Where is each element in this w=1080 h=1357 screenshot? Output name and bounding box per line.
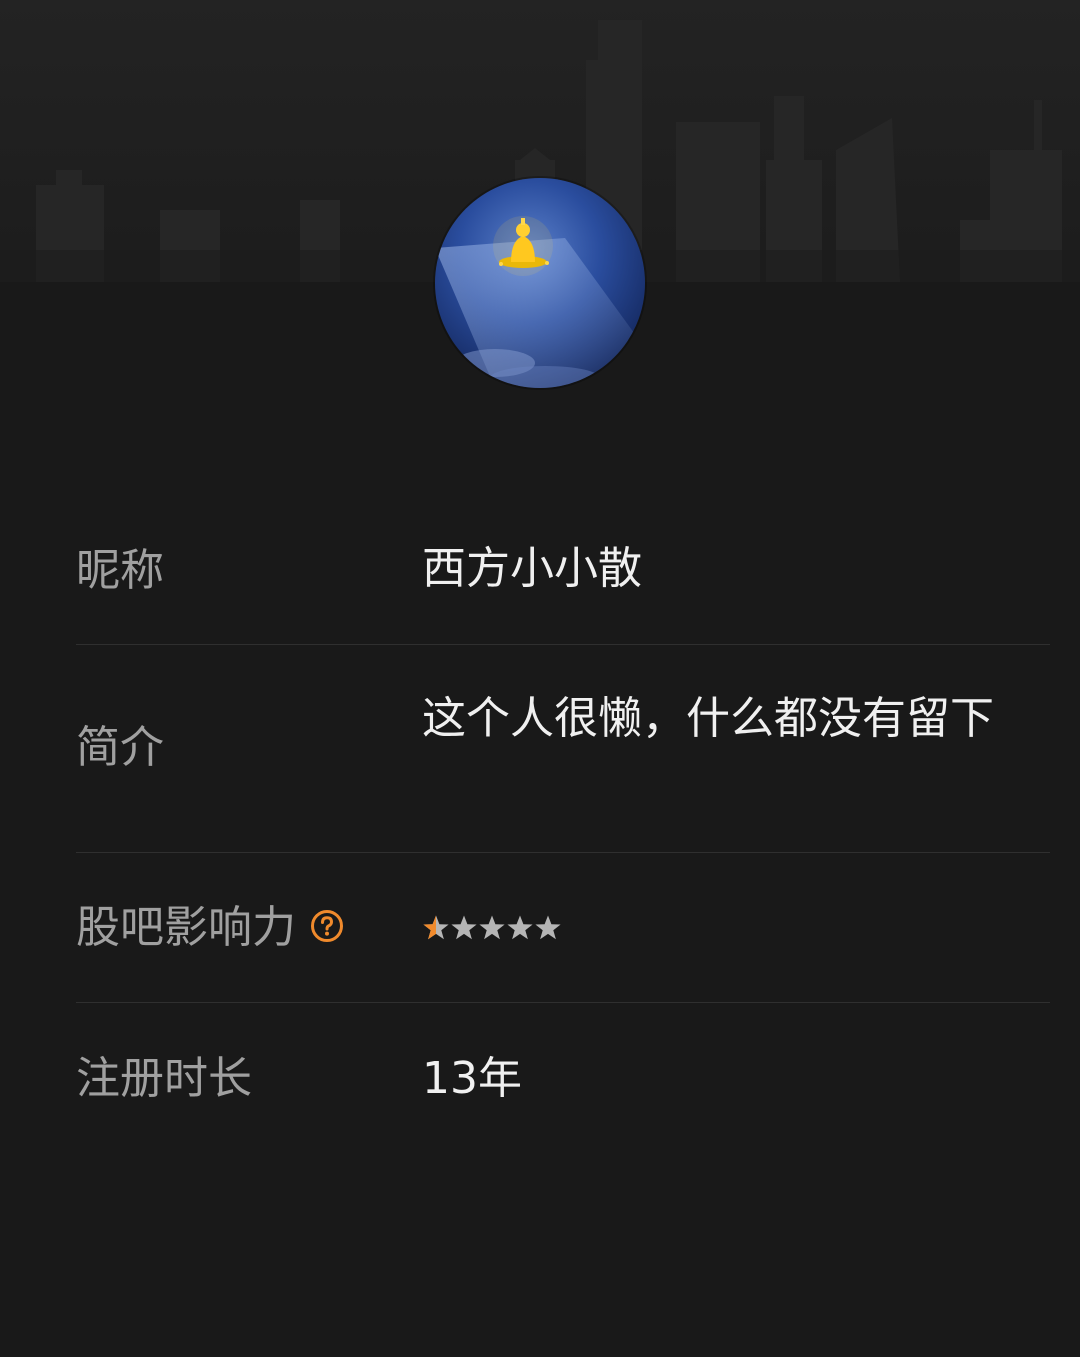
star-icon — [451, 915, 477, 940]
star-icon — [507, 915, 533, 940]
influence-rating-stars — [422, 914, 562, 942]
star-icon — [535, 915, 561, 940]
profile-info-list: 昵称 西方小小散 简介 这个人很懒，什么都没有留下 股吧影响力 注册时长 13年 — [76, 495, 1050, 1153]
profile-page: 昵称 西方小小散 简介 这个人很懒，什么都没有留下 股吧影响力 注册时长 13年 — [0, 0, 1080, 1357]
registration-row: 注册时长 13年 — [76, 1003, 1050, 1153]
registration-value: 13年 — [422, 1053, 522, 1104]
influence-label: 股吧影响力 — [76, 900, 344, 956]
star-icon — [479, 915, 505, 940]
nickname-value: 西方小小散 — [422, 543, 642, 594]
bio-label: 简介 — [76, 722, 164, 773]
registration-label: 注册时长 — [76, 1053, 252, 1104]
bio-row: 简介 这个人很懒，什么都没有留下 — [76, 645, 1050, 853]
nickname-row: 昵称 西方小小散 — [76, 495, 1050, 645]
avatar[interactable] — [435, 178, 645, 388]
question-circle-icon[interactable] — [310, 909, 344, 943]
bio-value: 这个人很懒，什么都没有留下 — [422, 693, 994, 744]
nickname-label: 昵称 — [76, 545, 164, 596]
buddha-statue-avatar-icon — [435, 178, 645, 388]
influence-row: 股吧影响力 — [76, 853, 1050, 1003]
star-icon — [423, 915, 449, 940]
buddha-figure — [493, 216, 553, 276]
influence-label-text: 股吧影响力 — [76, 902, 296, 953]
